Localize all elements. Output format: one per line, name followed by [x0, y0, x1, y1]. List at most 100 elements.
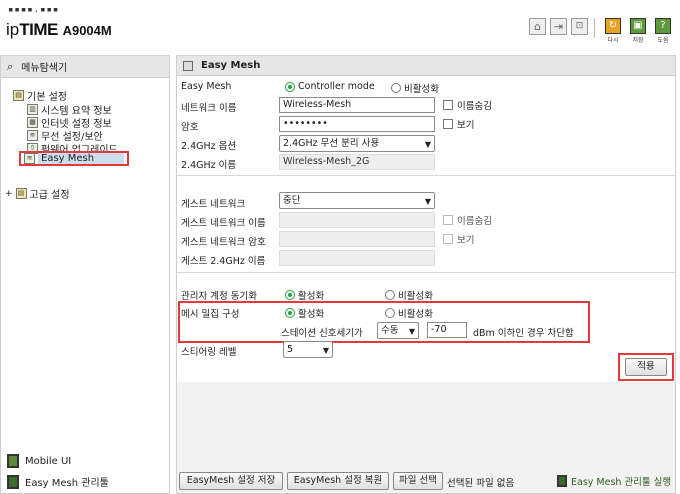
ghz-name-input: Wireless-Mesh_2G — [279, 154, 435, 170]
signal-mode-value: 수동 — [381, 325, 399, 336]
home-icon[interactable]: ⌂ — [529, 18, 546, 35]
radio-checked — [285, 290, 295, 300]
enable-label: 활성화 — [298, 291, 325, 302]
guest-network-value: 중단 — [283, 195, 301, 206]
logo-prefix: ip — [6, 20, 20, 39]
document-icon: ▦ — [27, 117, 38, 128]
save-icon: ▣ — [630, 18, 646, 34]
logo-dots: ▪▪▪▪.▪▪▪ — [8, 5, 60, 15]
mobile-ui-link[interactable]: Mobile UI — [7, 454, 71, 468]
menu-tree: ▤ 기본 설정 ▥ 시스템 요약 정보 ▦ 인터넷 설정 정보 ≋ 무선 설정/… — [1, 78, 169, 458]
radio-checked — [285, 81, 295, 92]
divider — [177, 272, 675, 273]
reboot-button[interactable]: ↻ 다시 — [604, 18, 622, 44]
enable-label: 활성화 — [298, 309, 325, 320]
guest-network-label: 게스트 네트워크 — [181, 199, 246, 210]
main-panel: Easy Mesh Easy Mesh Controller mode 비활성화… — [176, 55, 676, 494]
chart-icon: ▥ — [27, 104, 38, 115]
mesh-tool-icon — [7, 474, 19, 489]
mesh-density-label: 메시 밀집 구성 — [181, 309, 240, 320]
toolbar-divider — [594, 18, 595, 38]
run-easymesh-tool-link[interactable]: Easy Mesh 관리툴 실행 — [557, 474, 671, 488]
admin-sync-enable-radio[interactable]: 활성화 — [285, 288, 324, 302]
hide-name-label: 이름숨김 — [457, 216, 492, 227]
guest-ghz-name-label: 게스트 2.4GHz 이름 — [181, 256, 266, 267]
checkbox — [443, 119, 453, 129]
checkbox — [443, 100, 453, 110]
mesh-density-disable-radio[interactable]: 비활성화 — [385, 306, 433, 320]
show-label: 보기 — [457, 235, 475, 246]
folder-icon: ▤ — [13, 90, 24, 101]
logo-brand: TIME — [19, 20, 58, 39]
radio-checked — [285, 308, 295, 318]
disable-label: 비활성화 — [398, 291, 433, 302]
easymesh-disable-radio[interactable]: 비활성화 — [391, 81, 439, 95]
save-button[interactable]: ▣ 저장 — [629, 18, 647, 44]
network-name-label: 네트워크 이름 — [181, 103, 237, 114]
sidebar-item-easy-mesh[interactable]: ≋ Easy Mesh — [19, 151, 129, 166]
radio-unchecked — [385, 290, 395, 300]
restore-config-button[interactable]: EasyMesh 설정 복원 — [287, 472, 389, 490]
sidebar-item-label: Easy Mesh — [38, 153, 124, 164]
guest-password-input — [279, 231, 435, 247]
file-select-button[interactable]: 파일 선택 — [393, 472, 443, 490]
mobile-icon — [7, 454, 19, 468]
ghz-name-label: 2.4GHz 이름 — [181, 160, 237, 171]
steering-level-select[interactable]: 5 ▼ — [283, 341, 333, 358]
chevron-down-icon: ▼ — [322, 346, 329, 355]
help-icon: ? — [655, 18, 671, 34]
logo-model: A9004M — [62, 23, 112, 38]
folder-icon: ▤ — [15, 188, 27, 199]
tree-advanced-settings[interactable]: + ▤ 고급 설정 — [5, 186, 70, 201]
logout-icon[interactable]: ⇥ — [550, 18, 567, 35]
network-name-input[interactable]: Wireless-Mesh — [279, 97, 435, 113]
password-label: 암호 — [181, 122, 199, 133]
steering-level-label: 스티어링 레벨 — [181, 347, 237, 358]
wifi-icon: ≋ — [27, 130, 38, 141]
show-label: 보기 — [457, 120, 475, 131]
panel-header: Easy Mesh — [177, 56, 675, 76]
save-config-button[interactable]: EasyMesh 설정 저장 — [179, 472, 283, 490]
signal-mode-select[interactable]: 수동 ▼ — [377, 322, 419, 339]
guest-ghz-name-input — [279, 250, 435, 266]
guest-network-select[interactable]: 중단 ▼ — [279, 192, 435, 209]
checkbox — [443, 215, 453, 225]
admin-sync-disable-radio[interactable]: 비활성화 — [385, 288, 433, 302]
header: ▪▪▪▪.▪▪▪ ipTIME A9004M ⌂ ⇥ ⊡ ↻ 다시 ▣ 저장 ?… — [0, 0, 680, 52]
easymesh-tool-link[interactable]: Easy Mesh 관리툴 — [7, 474, 109, 489]
sidebar-header: ⌕ 메뉴탐색기 — [1, 56, 169, 78]
sidebar: ⌕ 메뉴탐색기 ▤ 기본 설정 ▥ 시스템 요약 정보 ▦ 인터넷 설정 정보 … — [0, 55, 170, 494]
easymesh-label: Easy Mesh — [181, 81, 232, 92]
chevron-down-icon: ▼ — [408, 327, 415, 336]
mesh-density-enable-radio[interactable]: 활성화 — [285, 306, 324, 320]
ghz-option-label: 2.4GHz 옵션 — [181, 141, 237, 152]
guest-name-label: 게스트 네트워크 이름 — [181, 218, 266, 229]
hide-name-checkbox[interactable]: 이름숨김 — [443, 98, 492, 112]
controller-mode-radio[interactable]: Controller mode — [285, 81, 375, 92]
lock-icon[interactable]: ⊡ — [571, 18, 588, 35]
password-input[interactable]: •••••••• — [279, 116, 435, 132]
easymesh-tool-label: Easy Mesh 관리툴 — [25, 478, 109, 489]
ghz-option-select[interactable]: 2.4GHz 무선 분리 사용 ▼ — [279, 135, 435, 152]
settings-icon — [183, 60, 193, 71]
mobile-ui-label: Mobile UI — [25, 455, 72, 467]
ghz-option-value: 2.4GHz 무선 분리 사용 — [283, 138, 380, 149]
reboot-icon: ↻ — [605, 18, 621, 34]
run-tool-label: Easy Mesh 관리툴 실행 — [571, 477, 672, 488]
signal-threshold-input[interactable]: -70 — [427, 322, 467, 338]
guest-name-input — [279, 212, 435, 228]
show-password-checkbox[interactable]: 보기 — [443, 117, 474, 131]
chevron-down-icon: ▼ — [424, 140, 431, 149]
checkbox — [443, 234, 453, 244]
expand-icon: + — [5, 188, 13, 199]
chevron-down-icon: ▼ — [424, 197, 431, 206]
mesh-tool-icon — [557, 475, 567, 487]
signal-suffix-label: dBm 이하인 경우 차단함 — [473, 328, 574, 339]
no-file-label: 선택된 파일 없음 — [447, 478, 515, 489]
guest-hide-name-checkbox: 이름숨김 — [443, 213, 492, 227]
help-button[interactable]: ? 도움 — [654, 18, 672, 44]
apply-button[interactable]: 적용 — [625, 358, 667, 376]
tree-basic-settings[interactable]: ▤ 기본 설정 — [13, 88, 67, 103]
guest-show-checkbox: 보기 — [443, 232, 474, 246]
sidebar-title: 메뉴탐색기 — [21, 63, 68, 74]
